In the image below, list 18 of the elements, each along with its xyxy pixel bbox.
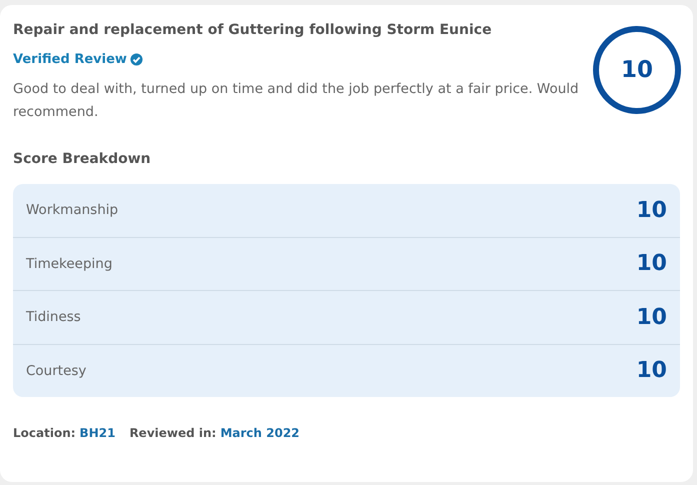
score-value: 10 [636, 198, 667, 223]
location-label: Location: [13, 426, 76, 440]
score-value: 10 [636, 251, 667, 276]
overall-score: 10 [593, 26, 681, 114]
score-label: Tidiness [26, 309, 81, 326]
verified-label: Verified Review [13, 52, 127, 67]
review-text: Good to deal with, turned up on time and did the job perfectly at a fair price. Would recommend. [13, 80, 580, 122]
score-label: Timekeeping [26, 256, 112, 272]
score-label: Workmanship [26, 202, 118, 218]
score-label: Courtesy [26, 362, 86, 379]
score-value: 10 [636, 304, 667, 330]
score-value: 10 [636, 358, 667, 384]
reviewed-label: Reviewed in: [129, 426, 216, 440]
review-title: Repair and replacement of Guttering following Storm Eunice [13, 22, 493, 38]
reviewed-value: March 2022 [220, 426, 300, 440]
verified-check-icon [130, 53, 143, 66]
location-value: BH21 [80, 426, 116, 440]
section-heading: Score Breakdown [13, 151, 152, 167]
